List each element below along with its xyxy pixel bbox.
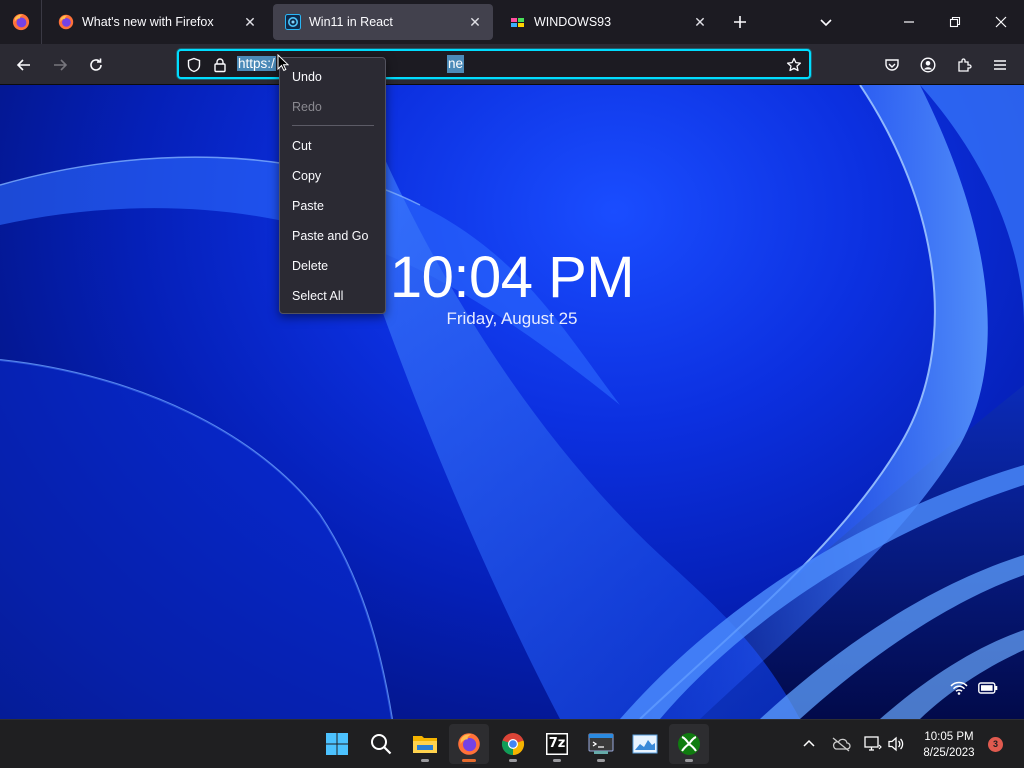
reload-icon [90, 58, 102, 71]
start-button[interactable] [317, 724, 357, 764]
terminal-icon [588, 733, 614, 754]
new-tab-button[interactable] [726, 8, 754, 36]
running-indicator [597, 759, 605, 762]
account-icon [920, 57, 936, 73]
tab-windows93[interactable]: WINDOWS93 ✕ [498, 4, 718, 40]
close-tab-icon[interactable]: ✕ [238, 10, 262, 34]
wifi-icon [948, 677, 970, 699]
restore-icon [949, 16, 961, 28]
taskbar-7zip[interactable]: 7z [537, 724, 577, 764]
arrow-right-icon [54, 59, 68, 71]
plus-icon [734, 16, 746, 28]
taskbar-chrome[interactable] [493, 724, 533, 764]
pocket-icon [885, 59, 899, 71]
minimize-button[interactable] [886, 0, 932, 44]
arrow-left-icon [16, 59, 30, 71]
menu-item-select-all[interactable]: Select All [292, 285, 343, 307]
menu-item-paste[interactable]: Paste [292, 195, 324, 217]
search-icon [371, 734, 392, 755]
network-icon[interactable] [861, 732, 885, 756]
firefox-icon [12, 13, 29, 31]
close-tab-icon[interactable]: ✕ [463, 10, 487, 34]
chevron-down-icon [820, 19, 832, 27]
taskbar-time: 10:05 PM [924, 731, 974, 743]
url-selected-text-start: https:/ [237, 56, 276, 71]
firefox-view-button[interactable] [0, 0, 42, 44]
back-button[interactable] [9, 50, 39, 80]
menu-item-delete[interactable]: Delete [292, 255, 328, 277]
chevron-up-icon [803, 739, 815, 747]
tracking-protection-shield-icon[interactable] [185, 56, 203, 74]
mouse-cursor-icon [277, 54, 289, 72]
reload-button[interactable] [81, 50, 111, 80]
url-text[interactable]: https:/ ne [237, 55, 465, 73]
menu-item-redo[interactable]: Redo [292, 96, 322, 118]
taskbar-firefox[interactable] [449, 724, 489, 764]
close-tab-icon[interactable]: ✕ [688, 10, 712, 34]
menu-item-undo[interactable]: Undo [292, 66, 322, 88]
tab-whats-new-firefox[interactable]: What's new with Firefox ✕ [46, 4, 268, 40]
url-selected-text-end: ne [447, 55, 465, 73]
taskbar-task-manager[interactable] [625, 724, 665, 764]
minimize-icon [904, 21, 914, 23]
hamburger-menu-icon [994, 60, 1006, 70]
running-indicator [685, 759, 693, 762]
active-indicator [462, 759, 476, 762]
windows-taskbar: 7z 10:05 PM 8/25/2023 3 [0, 719, 1024, 768]
battery-icon [977, 677, 999, 699]
7zip-label: 7z [548, 736, 566, 751]
taskbar-date: 8/25/2023 [923, 747, 975, 759]
xbox-icon [678, 733, 700, 755]
bookmark-star-button[interactable] [783, 54, 805, 76]
taskbar-file-explorer[interactable] [405, 724, 445, 764]
navigation-toolbar: https:/ ne [0, 44, 1024, 85]
url-bar[interactable]: https:/ ne [177, 49, 811, 79]
lock-screen-time: 10:04 PM [389, 245, 635, 310]
lock-icon[interactable] [211, 56, 229, 74]
chrome-icon [501, 733, 525, 756]
star-icon [786, 57, 802, 72]
running-indicator [509, 759, 517, 762]
running-indicator [553, 759, 561, 762]
puzzle-icon [958, 58, 972, 72]
account-button[interactable] [913, 50, 943, 80]
list-all-tabs-button[interactable] [812, 8, 840, 36]
lock-screen-date: Friday, August 25 [446, 309, 578, 328]
notification-badge[interactable]: 3 [988, 737, 1003, 752]
menu-item-copy[interactable]: Copy [292, 165, 321, 187]
onedrive-offline-icon[interactable] [829, 732, 853, 756]
tab-title: What's new with Firefox [82, 15, 214, 29]
close-window-button[interactable] [978, 0, 1024, 44]
tab-win11-in-react[interactable]: Win11 in React ✕ [273, 4, 493, 40]
tab-strip: What's new with Firefox ✕ Win11 in React… [0, 0, 1024, 44]
url-context-menu: Undo Redo Cut Copy Paste Paste and Go De… [279, 57, 386, 314]
file-explorer-icon [413, 736, 437, 753]
taskbar-xbox[interactable] [669, 724, 709, 764]
volume-icon[interactable] [884, 732, 908, 756]
search-button[interactable] [361, 724, 401, 764]
taskbar-clock[interactable]: 10:05 PM 8/25/2023 [916, 729, 982, 761]
pocket-button[interactable] [877, 50, 907, 80]
menu-item-cut[interactable]: Cut [292, 135, 311, 157]
app-menu-button[interactable] [985, 50, 1015, 80]
menu-item-paste-and-go[interactable]: Paste and Go [292, 225, 368, 247]
task-manager-icon [632, 734, 658, 754]
extensions-button[interactable] [949, 50, 979, 80]
close-icon [995, 16, 1007, 28]
win11-react-icon [285, 14, 301, 30]
running-indicator [421, 759, 429, 762]
forward-button[interactable] [45, 50, 75, 80]
firefox-icon [458, 733, 480, 755]
show-hidden-icons-button[interactable] [797, 732, 821, 756]
menu-separator [292, 125, 374, 126]
win11-lock-screen[interactable]: 10:04 PM Friday, August 25 [0, 85, 1024, 719]
windows93-icon [511, 18, 524, 27]
taskbar-terminal[interactable] [581, 724, 621, 764]
wallpaper-bloom [0, 85, 1024, 719]
restore-button[interactable] [932, 0, 978, 44]
windows-start-icon [326, 733, 348, 755]
firefox-icon [58, 14, 74, 30]
tab-title: Win11 in React [309, 15, 393, 29]
tab-title: WINDOWS93 [534, 15, 612, 29]
